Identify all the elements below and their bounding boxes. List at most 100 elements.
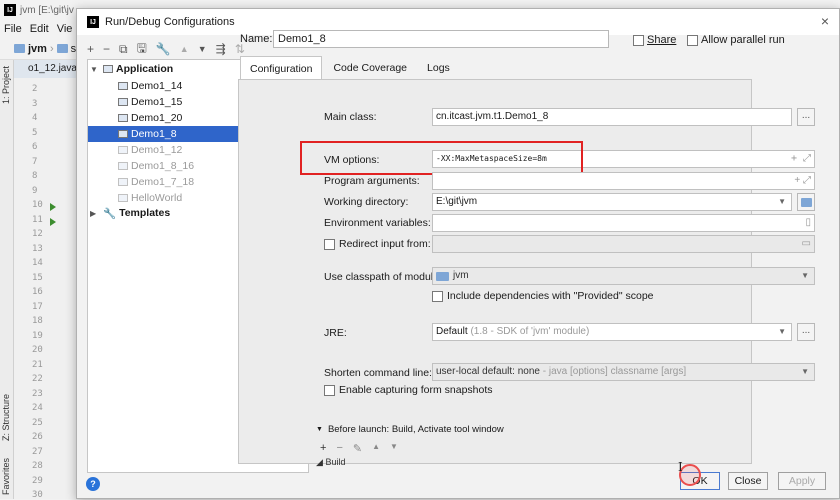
close-button[interactable]: Close — [728, 472, 768, 490]
folder-icon: ▭ — [801, 238, 811, 249]
tree-item-config[interactable]: Demo1_20 — [118, 110, 182, 126]
line-number: 21 — [32, 359, 43, 370]
wrench-icon[interactable]: 🔧 — [156, 42, 171, 56]
shorten-command-line-select[interactable]: user-local default: none - java [options… — [432, 363, 815, 381]
chevron-down-icon[interactable]: ▼ — [778, 324, 786, 340]
chevron-down-icon[interactable]: ▼ — [90, 65, 100, 74]
redirect-input-checkbox[interactable]: Redirect input from: — [324, 238, 431, 250]
edit-icon[interactable]: ✎ — [353, 442, 362, 455]
move-up-icon[interactable]: ▲ — [372, 442, 380, 455]
save-icon[interactable]: 🖫 — [137, 39, 147, 60]
structure-tool-tab[interactable]: Z: Structure — [1, 394, 11, 441]
line-number: 15 — [32, 272, 43, 283]
checkbox[interactable] — [687, 34, 698, 46]
tree-item-config[interactable]: Demo1_14 — [118, 78, 182, 94]
redirect-input-field: ▭ — [432, 235, 815, 253]
favorites-tool-tab[interactable]: Favorites — [1, 458, 11, 495]
application-config-icon — [118, 162, 128, 170]
checkbox[interactable] — [633, 34, 644, 46]
apply-button[interactable]: Apply — [778, 472, 826, 490]
before-launch-title: Before launch: Build, Activate tool wind… — [327, 424, 504, 435]
working-directory-input[interactable]: E:\git\jvm ▼ — [432, 193, 792, 211]
menu-view[interactable]: Vie — [57, 23, 73, 35]
run-gutter-icon[interactable] — [50, 203, 56, 211]
chevron-down-icon[interactable]: ▼ — [801, 364, 809, 380]
chevron-right-icon[interactable]: ▶ — [90, 209, 100, 218]
tree-item-config[interactable]: HelloWorld — [118, 190, 182, 206]
chevron-down-icon[interactable]: ▼ — [801, 268, 809, 284]
run-gutter-icon[interactable] — [50, 217, 56, 226]
line-number: 17 — [32, 301, 43, 312]
menu-file[interactable]: File — [4, 23, 22, 35]
main-class-input[interactable]: cn.itcast.jvm.t1.Demo1_8 — [432, 108, 792, 126]
line-number: 5 — [32, 127, 38, 138]
checkbox[interactable] — [324, 384, 335, 396]
document-icon[interactable]: ▯ — [805, 215, 811, 231]
tree-node-label: Application — [116, 63, 174, 75]
line-number: 20 — [32, 345, 43, 355]
tree-item-label: HelloWorld — [131, 192, 183, 204]
folder-move-icon[interactable]: ⇶ — [216, 42, 226, 56]
tree-node-application[interactable]: ▼ Application — [90, 61, 173, 77]
program-arguments-input[interactable]: + ⤢ — [432, 172, 815, 190]
shorten-command-line-label: Shorten command line: — [324, 367, 432, 379]
line-number: 25 — [32, 417, 43, 428]
close-icon[interactable]: × — [821, 13, 829, 29]
environment-variables-input[interactable]: ▯ — [432, 214, 815, 232]
help-button[interactable]: ? — [86, 477, 100, 491]
jre-select[interactable]: Default (1.8 - SDK of 'jvm' module) ▼ — [432, 323, 792, 341]
remove-icon[interactable]: − — [336, 442, 342, 455]
before-launch-toolbar: + − ✎ ▲ ▼ — [320, 442, 398, 455]
menu-edit[interactable]: Edit — [30, 23, 49, 35]
tree-item-config[interactable]: Demo1_7_18 — [118, 174, 194, 190]
environment-variables-label: Environment variables: — [324, 217, 431, 229]
add-icon[interactable]: + — [87, 42, 94, 56]
intellij-logo-icon: IJ — [4, 4, 16, 16]
tree-item-label: Demo1_7_18 — [131, 176, 195, 188]
before-launch-item[interactable]: ◢ Build — [316, 457, 345, 468]
copy-icon[interactable]: ⧉ — [119, 42, 128, 57]
classpath-module-select[interactable]: jvm ▼ — [432, 267, 815, 285]
expand-icon[interactable]: + ⤢ — [791, 151, 811, 167]
line-number: 2 — [32, 84, 38, 94]
chevron-down-icon[interactable]: ▼ — [778, 194, 786, 210]
tab-logs[interactable]: Logs — [418, 56, 459, 80]
main-class-label: Main class: — [324, 111, 377, 123]
folder-browse-icon[interactable] — [797, 193, 815, 211]
allow-parallel-checkbox[interactable]: Allow parallel run — [687, 34, 785, 46]
project-tool-tab[interactable]: 1: Project — [1, 66, 11, 104]
before-launch-item-label: Build — [325, 457, 346, 467]
mouse-cursor-icon: I — [678, 460, 683, 474]
line-number: 27 — [32, 446, 43, 457]
before-launch-section[interactable]: ▼ Before launch: Build, Activate tool wi… — [316, 424, 504, 435]
config-tabs: Configuration Code Coverage Logs — [240, 56, 750, 80]
tab-code-coverage[interactable]: Code Coverage — [324, 56, 416, 80]
checkbox[interactable] — [324, 238, 335, 250]
share-checkbox[interactable]: Share — [633, 34, 676, 46]
checkbox[interactable] — [432, 290, 443, 302]
name-input[interactable]: Demo1_8 — [273, 30, 609, 48]
tree-item-config[interactable]: Demo1_12 — [118, 142, 182, 158]
capture-snapshots-checkbox[interactable]: Enable capturing form snapshots — [324, 384, 493, 396]
tab-configuration[interactable]: Configuration — [240, 56, 323, 80]
remove-icon[interactable]: − — [103, 42, 110, 56]
tree-item-config[interactable]: Demo1_15 — [118, 94, 182, 110]
include-dependencies-checkbox[interactable]: Include dependencies with "Provided" sco… — [432, 290, 654, 302]
nav-project[interactable]: jvm — [28, 43, 47, 55]
tree-item-label: Demo1_15 — [131, 96, 183, 108]
wrench-icon: 🔧 — [103, 207, 117, 220]
expand-icon[interactable]: + ⤢ — [794, 173, 811, 189]
tree-node-templates[interactable]: ▶ 🔧 Templates — [90, 205, 170, 221]
redirect-input-label: Redirect input from: — [339, 238, 431, 250]
move-down-icon[interactable]: ▼ — [198, 44, 207, 54]
move-up-icon[interactable]: ▲ — [180, 44, 189, 54]
main-class-browse-button[interactable]: ... — [797, 108, 815, 126]
line-number: 16 — [32, 287, 43, 297]
tree-item-config[interactable]: Demo1_8_16 — [118, 158, 194, 174]
jre-browse-button[interactable]: ... — [797, 323, 815, 341]
add-icon[interactable]: + — [320, 442, 326, 455]
chevron-down-icon[interactable]: ▼ — [316, 426, 323, 433]
move-down-icon[interactable]: ▼ — [390, 442, 398, 455]
editor-gutter: 2 3 4 5 6 7 8 9 10 11 12 13 14 15 16 17 18 19 20 21 22 23 24 25… — [14, 78, 76, 500]
name-label: Name: — [240, 33, 273, 45]
